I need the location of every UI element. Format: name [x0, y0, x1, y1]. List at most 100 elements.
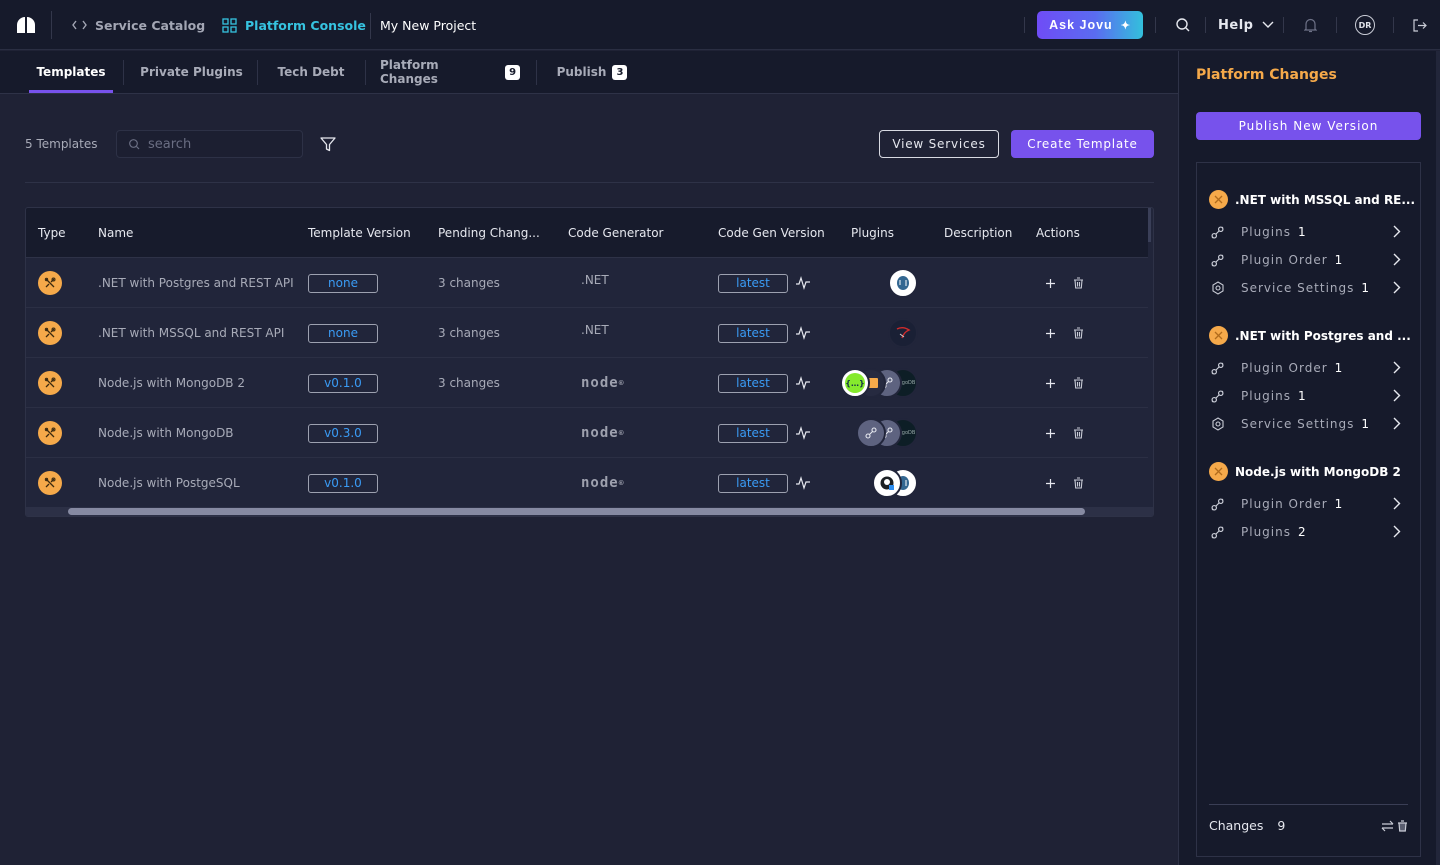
swagger-plugin-icon[interactable]: {…}: [840, 368, 870, 398]
change-group-header[interactable]: .NET with Postgres and ...: [1209, 326, 1411, 345]
code-gen-version-pill[interactable]: latest: [718, 423, 788, 443]
change-group-header[interactable]: .NET with MSSQL and RE...: [1209, 190, 1415, 209]
template-name[interactable]: Node.js with PostgeSQL: [98, 458, 240, 508]
type-cell: [38, 258, 62, 308]
code-gen-version-pill[interactable]: latest: [718, 473, 788, 493]
add-icon[interactable]: [1045, 478, 1056, 489]
search-icon[interactable]: [1173, 15, 1193, 35]
change-item[interactable]: Plugins 1: [1211, 386, 1401, 406]
table-row[interactable]: Node.js with MongoDB 2 v0.1.0 3 changes …: [26, 358, 1148, 408]
template-version-pill[interactable]: v0.3.0: [308, 423, 378, 443]
template-version-pill[interactable]: v0.1.0: [308, 373, 378, 393]
user-avatar[interactable]: DR: [1355, 15, 1375, 35]
tab-bar: Templates Private Plugins Tech Debt Plat…: [0, 51, 1178, 94]
logout-icon[interactable]: [1410, 15, 1430, 35]
filter-icon[interactable]: [320, 137, 336, 152]
app-logo[interactable]: [16, 15, 36, 35]
trash-icon[interactable]: [1397, 820, 1408, 832]
code-gen-version-pill[interactable]: latest: [718, 323, 788, 343]
change-item[interactable]: Plugin Order 1: [1211, 494, 1401, 514]
activity-icon[interactable]: [795, 326, 811, 340]
template-name[interactable]: Node.js with MongoDB 2: [98, 358, 245, 408]
tab-private-plugins[interactable]: Private Plugins: [134, 51, 249, 93]
column-header-actions[interactable]: Actions: [1036, 208, 1080, 258]
column-header-code-generator[interactable]: Code Generator: [568, 208, 663, 258]
table-row[interactable]: Node.js with MongoDB v0.3.0 node® latest…: [26, 408, 1148, 458]
change-group-header[interactable]: Node.js with MongoDB 2: [1209, 462, 1401, 481]
table-row[interactable]: Node.js with PostgeSQL v0.1.0 node® late…: [26, 458, 1148, 508]
table-row[interactable]: .NET with MSSQL and REST API none 3 chan…: [26, 308, 1148, 358]
column-header-description[interactable]: Description: [944, 208, 1012, 258]
publish-new-version-button[interactable]: Publish New Version: [1196, 112, 1421, 140]
divider: [1205, 17, 1206, 33]
vertical-scrollbar[interactable]: [1148, 208, 1151, 242]
activity-icon[interactable]: [795, 476, 811, 490]
change-item[interactable]: Service Settings 1: [1211, 278, 1401, 298]
swap-icon[interactable]: [1381, 820, 1394, 832]
column-header-template-version[interactable]: Template Version: [308, 208, 411, 258]
chevron-right-icon: [1393, 389, 1401, 405]
column-header-name[interactable]: Name: [98, 208, 133, 258]
bell-icon[interactable]: [1300, 15, 1320, 35]
add-icon[interactable]: [1045, 378, 1056, 389]
create-template-button[interactable]: Create Template: [1011, 130, 1154, 158]
panel-scrollbar[interactable]: [1436, 51, 1440, 865]
help-menu[interactable]: Help: [1218, 0, 1274, 50]
templates-table: Type Name Template Version Pending Chang…: [25, 207, 1154, 517]
column-header-code-gen-version[interactable]: Code Gen Version: [718, 208, 825, 258]
add-icon[interactable]: [1045, 328, 1056, 339]
nav-label: Platform Console: [245, 17, 366, 33]
trash-icon[interactable]: [1073, 327, 1084, 339]
trash-icon[interactable]: [1073, 427, 1084, 439]
template-name[interactable]: .NET with MSSQL and REST API: [98, 308, 284, 358]
ask-jovu-button[interactable]: Ask Jovu ✦: [1037, 11, 1143, 39]
add-icon[interactable]: [1045, 428, 1056, 439]
template-version-pill[interactable]: v0.1.0: [308, 473, 378, 493]
change-item[interactable]: Plugins 2: [1211, 522, 1401, 542]
scrollbar-thumb[interactable]: [68, 508, 1085, 515]
change-item-count: 1: [1334, 361, 1344, 375]
tab-templates[interactable]: Templates: [29, 51, 113, 93]
change-item[interactable]: Plugins 1: [1211, 222, 1401, 242]
add-icon[interactable]: [1045, 278, 1056, 289]
change-item-count: 1: [1334, 497, 1344, 511]
activity-icon[interactable]: [795, 276, 811, 290]
delete-action: [1073, 408, 1084, 458]
github-plugin-icon[interactable]: [872, 468, 902, 498]
change-item[interactable]: Plugin Order 1: [1211, 358, 1401, 378]
trash-icon[interactable]: [1073, 477, 1084, 489]
template-version-pill[interactable]: none: [308, 273, 378, 293]
template-name[interactable]: .NET with Postgres and REST API: [98, 258, 294, 308]
template-name[interactable]: Node.js with MongoDB: [98, 408, 234, 458]
view-services-button[interactable]: View Services: [879, 130, 999, 158]
horizontal-scrollbar[interactable]: [26, 507, 1153, 516]
activity-icon[interactable]: [795, 376, 811, 390]
column-header-plugins[interactable]: Plugins: [851, 208, 894, 258]
change-item[interactable]: Plugin Order 1: [1211, 250, 1401, 270]
plugin-icon: [1211, 497, 1227, 511]
trash-icon[interactable]: [1073, 277, 1084, 289]
postgresql-plugin-icon[interactable]: [888, 268, 918, 298]
tab-platform-changes[interactable]: Platform Changes 9: [380, 51, 520, 93]
nav-platform-console[interactable]: Platform Console: [222, 0, 366, 50]
code-gen-version-pill[interactable]: latest: [718, 373, 788, 393]
activity-icon[interactable]: [795, 426, 811, 440]
column-header-type[interactable]: Type: [38, 208, 66, 258]
search-field[interactable]: [116, 130, 303, 158]
tab-tech-debt[interactable]: Tech Debt: [268, 51, 354, 93]
table-row[interactable]: .NET with Postgres and REST API none 3 c…: [26, 258, 1148, 308]
tab-label: Private Plugins: [140, 65, 243, 79]
plugin-icon[interactable]: [856, 418, 886, 448]
changes-summary: Changes 9: [1209, 818, 1285, 833]
template-version-pill[interactable]: none: [308, 323, 378, 343]
mssql-plugin-icon[interactable]: [888, 318, 918, 348]
pending-changes: 3 changes: [438, 376, 500, 390]
tab-publish[interactable]: Publish 3: [552, 51, 632, 93]
nav-service-catalog[interactable]: Service Catalog: [72, 0, 205, 50]
change-item[interactable]: Service Settings 1: [1211, 414, 1401, 434]
search-input[interactable]: [148, 136, 298, 152]
code-gen-version-pill[interactable]: latest: [718, 273, 788, 293]
project-selector[interactable]: My New Project: [380, 0, 476, 50]
trash-icon[interactable]: [1073, 377, 1084, 389]
column-header-pending-changes[interactable]: Pending Chang...: [438, 208, 540, 258]
